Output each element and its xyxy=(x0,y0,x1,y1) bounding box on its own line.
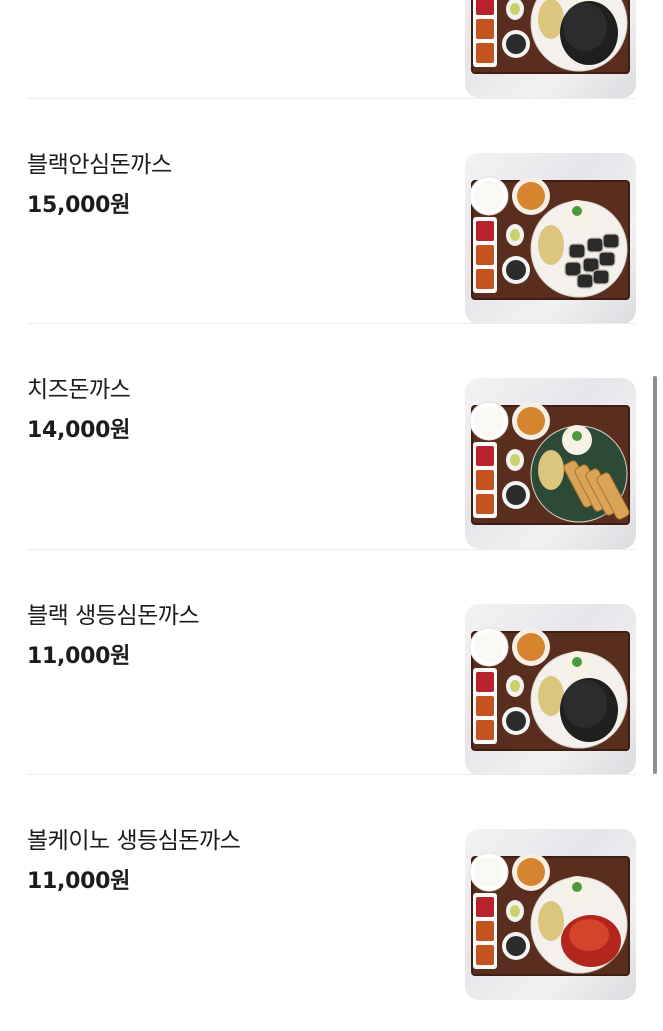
sauce-cup-orange xyxy=(476,945,494,965)
sauce-cup-orange xyxy=(476,268,494,289)
soup xyxy=(517,858,545,886)
sauce-cup-orange xyxy=(476,494,494,514)
menu-item[interactable]: 블랙 생등심돈까스 11,000원 xyxy=(0,550,663,775)
menu-item-price: 15,000원 xyxy=(27,192,131,218)
menu-item-name: 볼케이노 생등심돈까스 xyxy=(27,828,241,854)
menu-item-name: 치즈돈까스 xyxy=(27,377,131,403)
side-dish xyxy=(506,485,526,505)
fillet-piece xyxy=(586,236,604,253)
fillet-piece xyxy=(602,232,620,249)
food-tray-illustration xyxy=(469,852,630,976)
potato-slices xyxy=(538,450,564,490)
sauce-cup-orange xyxy=(476,695,494,716)
food-tray-illustration xyxy=(469,401,630,525)
fillet-piece xyxy=(576,272,594,289)
side-dish xyxy=(506,259,526,280)
menu-item-photo[interactable] xyxy=(465,152,636,324)
black-cutlet-crust xyxy=(563,679,607,728)
menu-item-price: 11,000원 xyxy=(27,869,131,894)
food-tray-illustration xyxy=(469,627,630,751)
sauce-cup-red xyxy=(476,220,494,241)
sauce-cup-orange xyxy=(476,43,494,63)
pickle xyxy=(510,905,520,917)
menu-item-name: 블랙 생등심돈까스 xyxy=(27,602,200,629)
rice xyxy=(474,857,504,887)
fillet-piece xyxy=(598,250,616,267)
menu-item[interactable]: 볼케이노 생등심돈까스 11,000원 xyxy=(0,775,663,1001)
soup xyxy=(517,407,545,435)
menu-item-price: 14,000원 xyxy=(27,418,131,443)
menu-item-text: 볼케이노 생등심돈까스 11,000원 xyxy=(27,825,241,897)
menu-item[interactable]: 블랙토마호크돈까스 16,000원 xyxy=(0,0,663,99)
menu-item-photo[interactable] xyxy=(465,829,636,1000)
menu-item-photo[interactable] xyxy=(465,0,636,98)
sauce-cup-red xyxy=(476,446,494,466)
potato-slices xyxy=(538,901,564,941)
sauce-cup-red xyxy=(476,671,494,692)
pickle xyxy=(510,679,520,692)
soup xyxy=(517,632,545,661)
fillet-piece xyxy=(568,242,586,259)
side-dish xyxy=(506,34,526,54)
herb xyxy=(572,656,582,667)
menu-item-name: 블랙안심돈까스 xyxy=(27,151,172,178)
volcano-cutlet xyxy=(569,919,609,951)
herb xyxy=(572,882,582,892)
rice xyxy=(474,180,504,211)
menu-item[interactable]: 치즈돈까스 14,000원 xyxy=(0,324,663,550)
soup xyxy=(517,181,545,210)
sauce-cup-orange xyxy=(476,719,494,740)
herb xyxy=(572,431,582,441)
fillet-piece xyxy=(564,260,582,277)
herb xyxy=(572,205,582,216)
sauce-cup-red xyxy=(476,897,494,917)
menu-item-text: 블랙안심돈까스 15,000원 xyxy=(27,149,172,221)
sauce-cup-red xyxy=(476,0,494,15)
menu-list: 블랙토마호크돈까스 16,000원 블랙안심돈까스 15,000원 치즈돈까스 … xyxy=(0,0,663,1001)
scrollbar[interactable] xyxy=(653,376,657,774)
menu-item-text: 치즈돈까스 14,000원 xyxy=(27,374,131,446)
rice xyxy=(474,631,504,662)
sauce-cup-orange xyxy=(476,244,494,265)
side-dish xyxy=(506,710,526,731)
potato-slices xyxy=(538,224,564,265)
pickle xyxy=(510,3,520,15)
fillet-piece xyxy=(592,268,610,285)
side-dish xyxy=(506,936,526,956)
menu-item-photo[interactable] xyxy=(465,378,636,549)
sauce-cup-orange xyxy=(476,921,494,941)
food-tray-illustration xyxy=(469,176,630,300)
black-cutlet-crust xyxy=(563,3,607,51)
pickle xyxy=(510,454,520,466)
menu-item-text: 블랙 생등심돈까스 11,000원 xyxy=(27,600,200,672)
pickle xyxy=(510,228,520,241)
food-tray-illustration xyxy=(471,0,630,74)
menu-item-photo[interactable] xyxy=(465,603,636,775)
rice xyxy=(474,406,504,436)
sauce-cup-orange xyxy=(476,470,494,490)
sauce-cup-orange xyxy=(476,19,494,39)
menu-item[interactable]: 블랙안심돈까스 15,000원 xyxy=(0,99,663,324)
menu-item-price: 11,000원 xyxy=(27,643,131,669)
